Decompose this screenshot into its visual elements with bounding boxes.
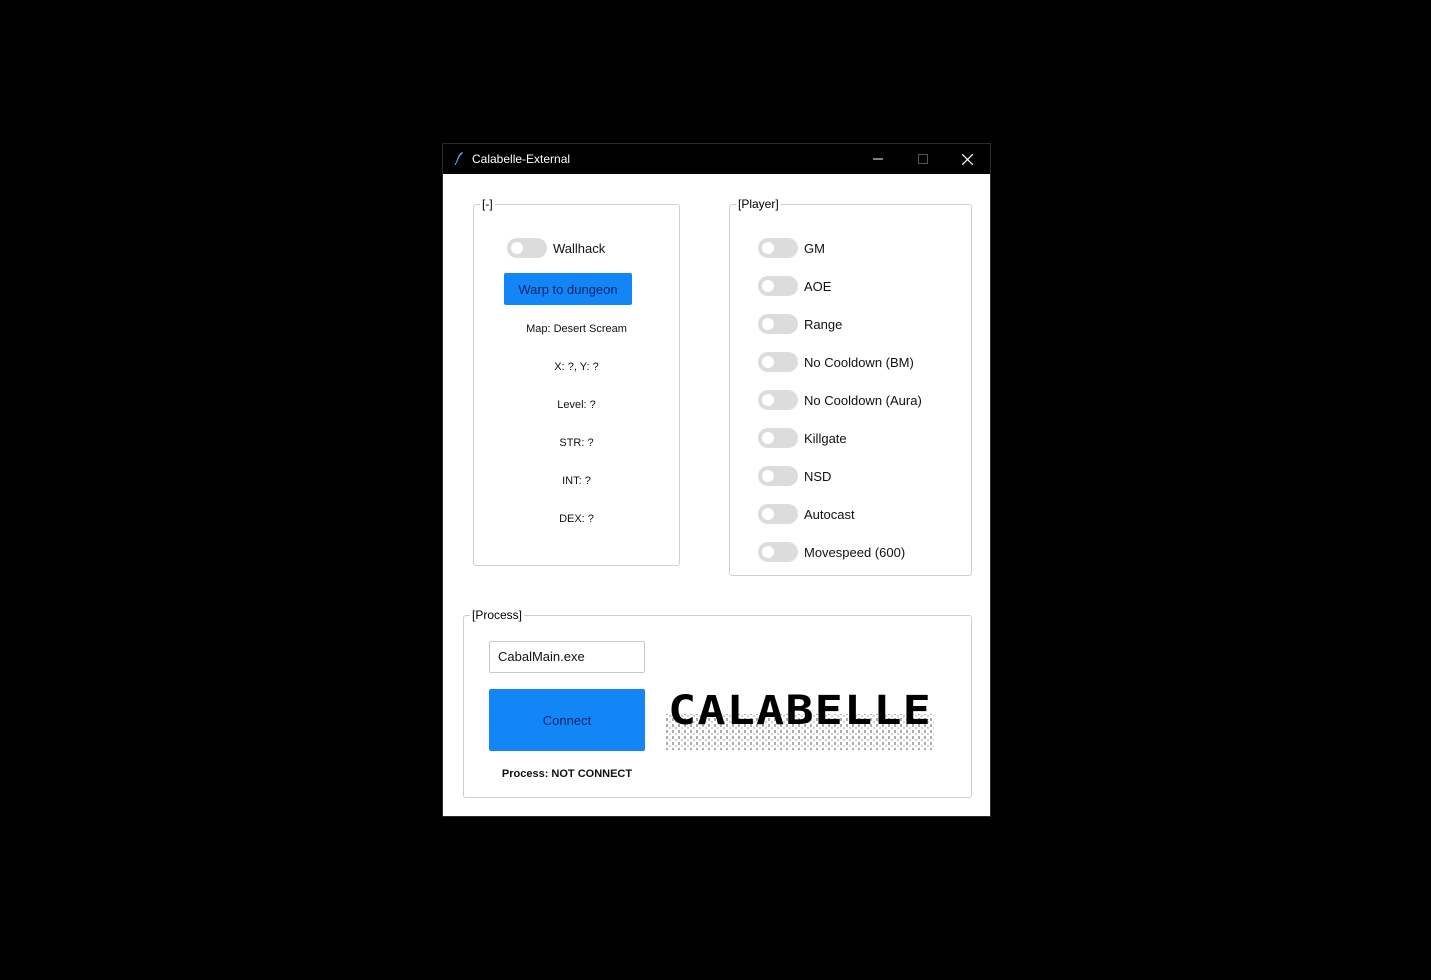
process-group-legend: [Process]	[472, 608, 523, 622]
toggle-row-aoe[interactable]: AOE	[758, 275, 831, 297]
no-cooldown-bm-switch[interactable]	[758, 352, 798, 372]
no-cooldown-aura-switch[interactable]	[758, 390, 798, 410]
toggle-row-gm[interactable]: GM	[758, 237, 825, 259]
movespeed-label: Movespeed (600)	[804, 544, 906, 560]
autocast-switch[interactable]	[758, 504, 798, 524]
app-window: Calabelle-External [-] Wallhack Warp to …	[442, 143, 991, 817]
dex-label: DEX: ?	[559, 513, 594, 525]
toggle-row-no-cooldown-bm[interactable]: No Cooldown (BM)	[758, 351, 914, 373]
map-label: Map: Desert Scream	[526, 323, 627, 335]
nsd-switch[interactable]	[758, 466, 798, 486]
toggle-row-nsd[interactable]: NSD	[758, 465, 831, 487]
movespeed-switch[interactable]	[758, 542, 798, 562]
window-title: Calabelle-External	[472, 152, 571, 166]
connect-button[interactable]: Connect	[489, 689, 645, 751]
range-switch[interactable]	[758, 314, 798, 334]
close-icon	[962, 153, 973, 165]
toggle-row-movespeed[interactable]: Movespeed (600)	[758, 541, 905, 563]
toggle-row-range[interactable]: Range	[758, 313, 842, 335]
wallhack-switch[interactable]	[507, 238, 547, 258]
killgate-label: Killgate	[804, 430, 847, 446]
coords-label: X: ?, Y: ?	[554, 361, 599, 373]
maximize-button[interactable]	[900, 144, 945, 174]
toggle-row-autocast[interactable]: Autocast	[758, 503, 855, 525]
player-group: [Player] GM AOE Range No Cooldown (BM) N…	[729, 197, 972, 576]
svg-text:CALABELLE: CALABELLE	[668, 688, 932, 734]
range-label: Range	[804, 316, 843, 332]
process-group: [Process] CabalMain.exe Connect Process:…	[463, 608, 972, 798]
minimize-icon	[872, 158, 883, 160]
warp-to-dungeon-button[interactable]: Warp to dungeon	[504, 273, 632, 305]
str-label: STR: ?	[559, 437, 594, 449]
no-cooldown-bm-label: No Cooldown (BM)	[804, 354, 914, 370]
process-status: Process: NOT CONNECT	[501, 768, 633, 780]
title-bar[interactable]: Calabelle-External	[443, 144, 990, 174]
nsd-label: NSD	[804, 468, 832, 484]
general-group: [-] Wallhack Warp to dungeon Map: Desert…	[473, 197, 680, 566]
wallhack-label: Wallhack	[553, 240, 606, 256]
no-cooldown-aura-label: No Cooldown (Aura)	[804, 392, 922, 408]
close-button[interactable]	[945, 144, 990, 174]
wallhack-toggle-row[interactable]: Wallhack	[507, 237, 605, 259]
autocast-label: Autocast	[804, 506, 855, 522]
toggle-row-no-cooldown-aura[interactable]: No Cooldown (Aura)	[758, 389, 922, 411]
player-group-legend: [Player]	[738, 197, 779, 211]
calabelle-logo: CALABELLE	[666, 688, 934, 750]
process-name-input[interactable]: CabalMain.exe	[489, 641, 645, 673]
toggle-row-killgate[interactable]: Killgate	[758, 427, 847, 449]
maximize-icon	[917, 154, 928, 164]
minimize-button[interactable]	[855, 144, 900, 174]
aoe-label: AOE	[804, 278, 832, 294]
feather-icon	[454, 152, 463, 165]
int-label: INT: ?	[562, 475, 591, 487]
level-label: Level: ?	[557, 399, 596, 411]
aoe-switch[interactable]	[758, 276, 798, 296]
gm-switch[interactable]	[758, 238, 798, 258]
killgate-switch[interactable]	[758, 428, 798, 448]
gm-label: GM	[804, 240, 825, 256]
general-group-legend: [-]	[482, 197, 493, 211]
